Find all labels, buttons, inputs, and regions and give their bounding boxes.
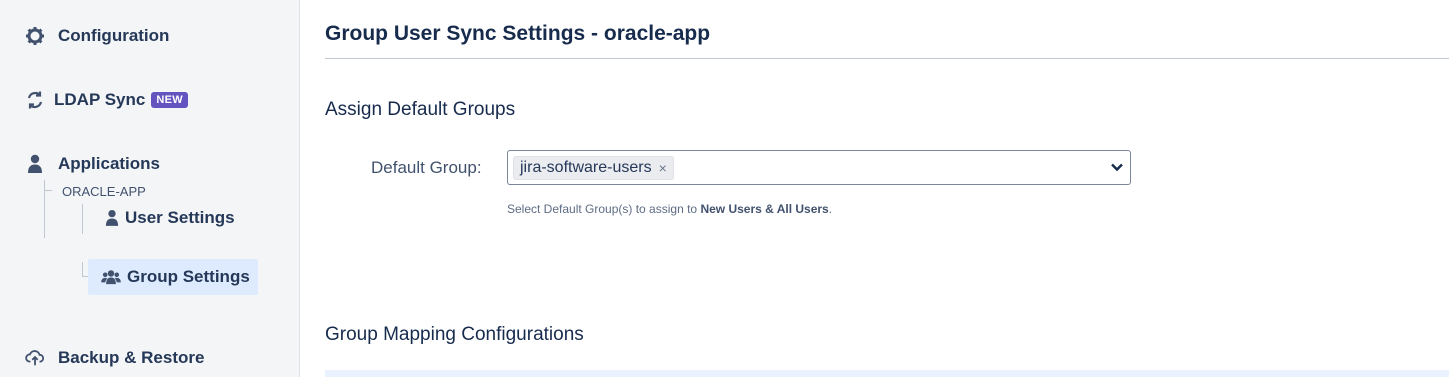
default-group-label: Default Group:: [371, 158, 482, 177]
gear-icon: [24, 26, 46, 46]
sidebar-item-label: User Settings: [125, 208, 235, 227]
assign-default-groups-heading: Assign Default Groups: [325, 99, 516, 120]
sidebar-item-label: Backup & Restore: [58, 348, 205, 367]
help-emphasis: New Users & All Users: [700, 202, 829, 216]
new-badge: NEW: [151, 92, 188, 108]
sidebar-item-backup-restore[interactable]: Backup & Restore: [24, 348, 204, 368]
default-group-select[interactable]: jira-software-users ×: [507, 150, 1131, 185]
app-label: ORACLE-APP: [62, 184, 146, 199]
group-mapping-heading: Group Mapping Configurations: [325, 324, 584, 345]
page-title: Group User Sync Settings - oracle-app: [325, 22, 711, 45]
main-content: Group User Sync Settings - oracle-app As…: [300, 0, 1449, 377]
user-icon: [105, 209, 119, 227]
sidebar-item-label: Applications: [58, 154, 161, 173]
chevron-down-icon[interactable]: [1110, 160, 1124, 179]
user-icon: [24, 154, 46, 174]
sidebar: Configuration LDAP Sync NEW Applications…: [0, 0, 300, 377]
close-icon[interactable]: ×: [659, 160, 667, 176]
sidebar-item-group-settings[interactable]: Group Settings: [88, 259, 258, 295]
users-icon: [101, 269, 121, 285]
sidebar-item-label: Configuration: [58, 26, 170, 45]
sidebar-item-label: LDAP Sync: [54, 90, 146, 109]
cloud-upload-icon: [24, 349, 46, 367]
sidebar-item-configuration[interactable]: Configuration: [24, 26, 169, 46]
sidebar-item-applications[interactable]: Applications: [24, 154, 160, 174]
tree-line: [82, 204, 83, 234]
selected-group-tag: jira-software-users ×: [513, 156, 674, 180]
sidebar-item-ldap-sync[interactable]: LDAP Sync NEW: [24, 90, 188, 110]
tree-line: [44, 190, 52, 191]
sidebar-item-label: Group Settings: [127, 267, 250, 286]
sync-icon: [24, 90, 46, 110]
mapping-panel: [325, 370, 1449, 377]
default-group-help-text: Select Default Group(s) to assign to New…: [507, 202, 833, 216]
tree-line: [44, 180, 45, 238]
divider: [325, 58, 1449, 59]
tag-label: jira-software-users: [520, 159, 652, 176]
tree-line: [82, 262, 83, 276]
sidebar-item-user-settings[interactable]: User Settings: [92, 200, 243, 236]
